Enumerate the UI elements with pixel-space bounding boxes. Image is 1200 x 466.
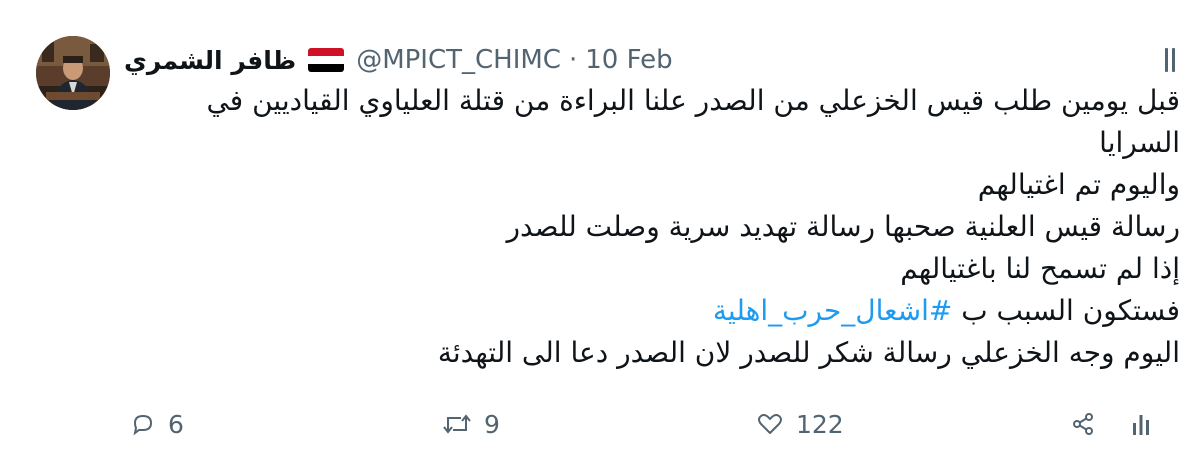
tweet-date[interactable]: 10 Feb bbox=[585, 45, 672, 75]
analytics-icon bbox=[1130, 411, 1152, 437]
tweet-line: قبل يومين طلب قيس الخزعلي من الصدر علنا … bbox=[206, 84, 1180, 117]
avatar[interactable] bbox=[36, 36, 110, 110]
tweet-line: رسالة قيس العلنية صحبها رسالة تهديد سرية… bbox=[506, 210, 1180, 243]
like-button[interactable]: 122 bbox=[756, 402, 844, 446]
retweet-icon bbox=[442, 411, 472, 437]
tweet-line: واليوم تم اغتيالهم bbox=[977, 168, 1180, 201]
display-name[interactable]: ظافر الشمري bbox=[124, 46, 296, 75]
reply-icon bbox=[130, 411, 156, 437]
yemen-flag-icon bbox=[308, 48, 345, 72]
heart-icon bbox=[756, 411, 784, 437]
action-bar: 6 9 122 bbox=[0, 402, 1200, 450]
avatar-image bbox=[36, 36, 110, 110]
tweet-line: اليوم وجه الخزعلي رسالة شكر للصدر لان ال… bbox=[437, 336, 1180, 369]
reply-count: 6 bbox=[168, 409, 184, 439]
share-button[interactable] bbox=[1070, 402, 1096, 446]
tweet-header: ظافر الشمري @MPICT_CHIMC · 10 Feb bbox=[124, 40, 673, 80]
retweet-count: 9 bbox=[484, 409, 500, 439]
tweet[interactable]: ظافر الشمري @MPICT_CHIMC · 10 Feb قبل يو… bbox=[0, 0, 1200, 466]
retweet-button[interactable]: 9 bbox=[442, 402, 500, 446]
reply-button[interactable]: 6 bbox=[130, 402, 184, 446]
more-icon[interactable] bbox=[1158, 36, 1182, 76]
tweet-line: إذا لم تسمح لنا باغتيالهم bbox=[900, 252, 1180, 285]
like-count: 122 bbox=[796, 409, 844, 439]
separator-dot: · bbox=[568, 45, 578, 75]
analytics-button[interactable] bbox=[1130, 402, 1152, 446]
tweet-line-with-hashtag: فستكون السبب ب #اشعال_حرب_اهلية bbox=[140, 290, 1180, 332]
hashtag-link[interactable]: #اشعال_حرب_اهلية bbox=[713, 294, 952, 327]
tweet-line: السرايا bbox=[1099, 126, 1180, 159]
tweet-text: قبل يومين طلب قيس الخزعلي من الصدر علنا … bbox=[128, 80, 1180, 374]
user-handle[interactable]: @MPICT_CHIMC bbox=[356, 45, 561, 75]
tweet-line-text: فستكون السبب ب bbox=[961, 294, 1180, 327]
share-icon bbox=[1070, 411, 1096, 437]
